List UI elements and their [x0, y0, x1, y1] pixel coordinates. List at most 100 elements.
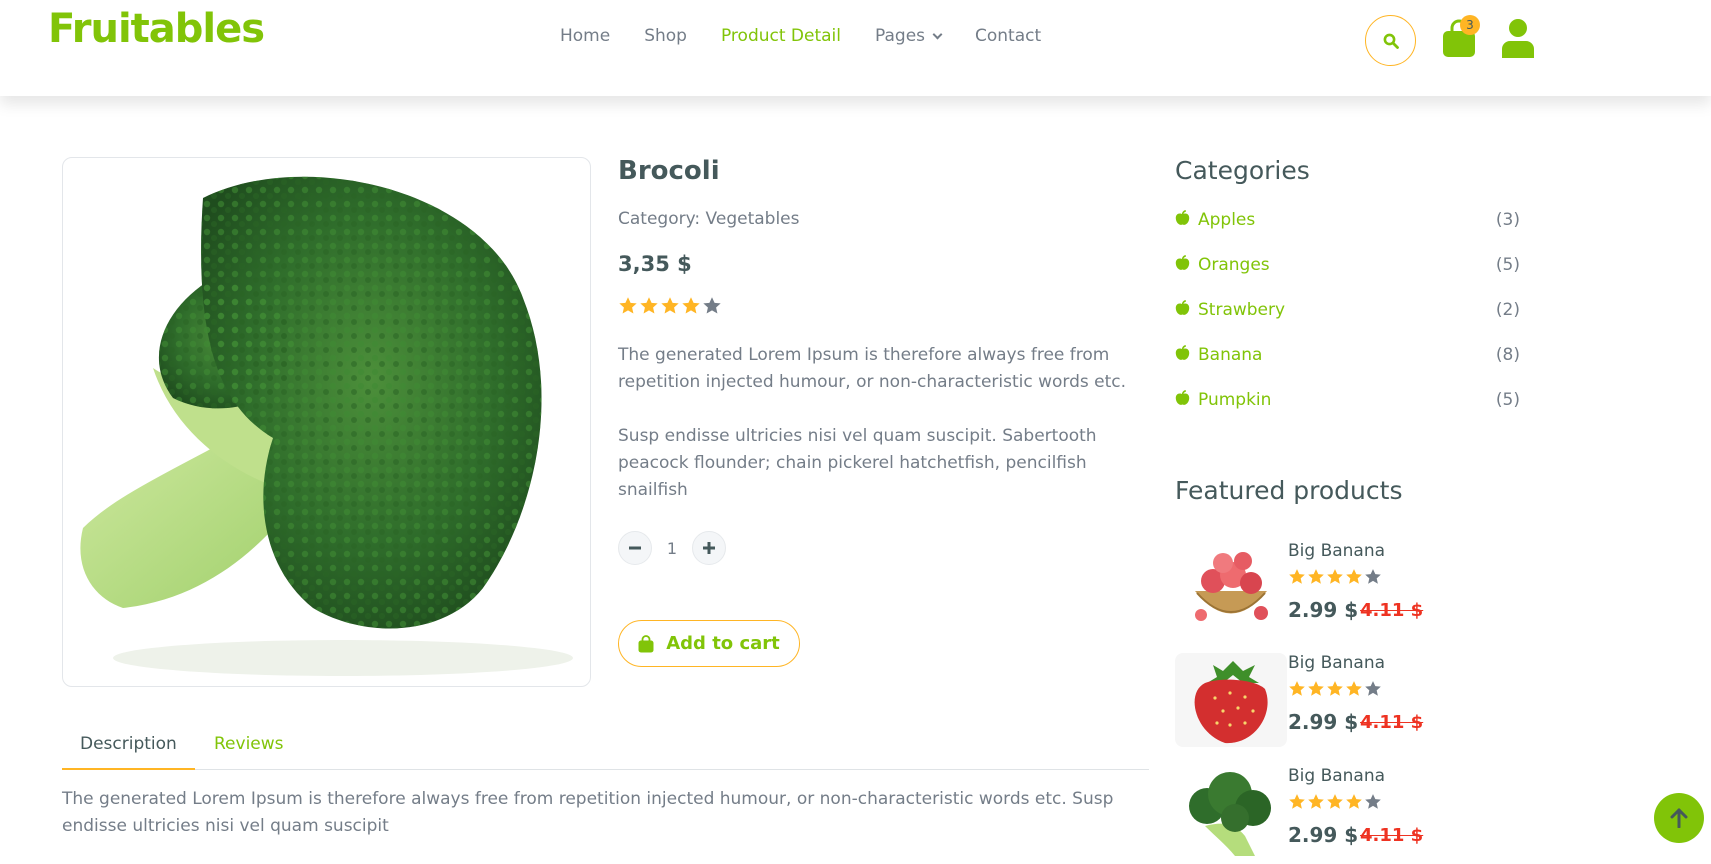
minus-icon [629, 546, 641, 550]
quantity-increase-button[interactable] [692, 531, 726, 565]
category-count: (8) [1495, 345, 1520, 365]
star-filled-icon [1327, 681, 1343, 696]
apple-basket-image [1195, 552, 1268, 621]
star-filled-icon [1327, 569, 1343, 584]
star-filled-icon [619, 297, 637, 314]
star-filled-icon [640, 297, 658, 314]
featured-product-old-price: 4.11 $ [1360, 825, 1424, 846]
navbar: Fruitables Home Shop Product Detail Page… [0, 0, 1711, 96]
featured-product-old-price: 4.11 $ [1360, 600, 1424, 621]
product-rating [618, 296, 722, 316]
star-empty-icon [1365, 681, 1381, 696]
broccoli-image [1189, 772, 1271, 856]
category-name: Strawbery [1198, 300, 1286, 320]
category-item[interactable]: Strawbery (2) [1175, 295, 1520, 325]
featured-product-image [1175, 541, 1287, 635]
category-item[interactable]: Pumpkin (5) [1175, 385, 1520, 415]
star-filled-icon [661, 297, 679, 314]
star-filled-icon [1308, 681, 1324, 696]
star-empty-icon [1365, 794, 1381, 809]
plus-icon [703, 542, 715, 554]
apple-icon [1175, 344, 1190, 366]
star-empty-icon [1365, 569, 1381, 584]
add-to-cart-label: Add to cart [666, 633, 780, 654]
featured-product-price: 2.99 $ [1288, 823, 1359, 847]
apple-icon [1175, 389, 1190, 411]
search-button[interactable] [1365, 15, 1416, 66]
broccoli-image [80, 176, 573, 676]
apple-icon [1175, 299, 1190, 321]
featured-product-price: 2.99 $ [1288, 598, 1359, 622]
star-empty-icon [703, 297, 721, 314]
category-item[interactable]: Apples (3) [1175, 205, 1520, 235]
tab-description[interactable]: Description [80, 734, 177, 754]
featured-product-name: Big Banana [1288, 653, 1386, 673]
star-filled-icon [1289, 794, 1305, 809]
nav-home[interactable]: Home [560, 26, 610, 46]
quantity-stepper: 1 [618, 531, 726, 565]
main-nav: Home Shop Product Detail Pages Contact [560, 26, 1075, 46]
category-item[interactable]: Banana (8) [1175, 340, 1520, 370]
nav-pages-label: Pages [875, 26, 926, 46]
product-description-2: Susp endisse ultricies nisi vel quam sus… [618, 426, 1097, 500]
category-name: Oranges [1198, 255, 1270, 275]
categories-title: Categories [1175, 156, 1310, 185]
tab-description-content: The generated Lorem Ipsum is therefore a… [62, 789, 1114, 836]
star-filled-icon [1346, 681, 1362, 696]
product-tabs: Description Reviews [62, 728, 1149, 770]
shopping-bag-icon [638, 634, 654, 652]
featured-product[interactable]: Big Banana 2.99 $ 4.11 $ [1175, 653, 1475, 747]
search-icon [1383, 33, 1399, 49]
featured-product-rating [1288, 680, 1382, 698]
arrow-up-icon [1670, 808, 1688, 828]
product-description-1: The generated Lorem Ipsum is therefore a… [618, 345, 1127, 392]
featured-product-name: Big Banana [1288, 541, 1386, 561]
featured-product-image [1175, 766, 1287, 860]
brand-logo[interactable]: Fruitables [48, 6, 265, 52]
star-filled-icon [1289, 681, 1305, 696]
quantity-input[interactable]: 1 [652, 539, 692, 558]
nav-shop[interactable]: Shop [644, 26, 687, 46]
featured-product[interactable]: Big Banana 2.99 $ 4.11 $ [1175, 766, 1475, 860]
star-filled-icon [1289, 569, 1305, 584]
apple-icon [1175, 254, 1190, 276]
category-item[interactable]: Oranges (5) [1175, 250, 1520, 280]
featured-product-rating [1288, 568, 1382, 586]
cart-count-badge: 3 [1460, 15, 1480, 35]
active-tab-indicator [62, 768, 195, 770]
apple-icon [1175, 209, 1190, 231]
featured-product-image [1175, 653, 1287, 747]
nav-pages-dropdown[interactable]: Pages [875, 26, 943, 46]
category-name: Pumpkin [1198, 390, 1272, 410]
featured-products-title: Featured products [1175, 476, 1403, 505]
tab-reviews[interactable]: Reviews [214, 734, 284, 754]
back-to-top-button[interactable] [1654, 793, 1704, 843]
category-count: (5) [1495, 390, 1520, 410]
product-category: Category: Vegetables [618, 209, 800, 229]
category-count: (5) [1495, 255, 1520, 275]
featured-product-old-price: 4.11 $ [1360, 712, 1424, 733]
nav-product-detail[interactable]: Product Detail [721, 26, 841, 46]
product-title: Brocoli [618, 156, 720, 186]
add-to-cart-button[interactable]: Add to cart [618, 620, 800, 667]
nav-contact[interactable]: Contact [975, 26, 1041, 46]
star-filled-icon [1346, 569, 1362, 584]
star-filled-icon [1327, 794, 1343, 809]
star-filled-icon [1308, 794, 1324, 809]
strawberry-image [1194, 661, 1268, 744]
category-name: Banana [1198, 345, 1263, 365]
star-filled-icon [682, 297, 700, 314]
star-filled-icon [1346, 794, 1362, 809]
category-name: Apples [1198, 210, 1256, 230]
category-count: (3) [1495, 210, 1520, 230]
chevron-down-icon [932, 29, 943, 39]
featured-product-price: 2.99 $ [1288, 710, 1359, 734]
star-filled-icon [1308, 569, 1324, 584]
featured-product[interactable]: Big Banana 2.99 $ 4.11 $ [1175, 541, 1475, 635]
category-count: (2) [1495, 300, 1520, 320]
featured-product-rating [1288, 793, 1382, 811]
product-price: 3,35 $ [618, 252, 692, 276]
user-icon[interactable] [1500, 18, 1536, 58]
product-image [62, 157, 591, 687]
quantity-decrease-button[interactable] [618, 531, 652, 565]
